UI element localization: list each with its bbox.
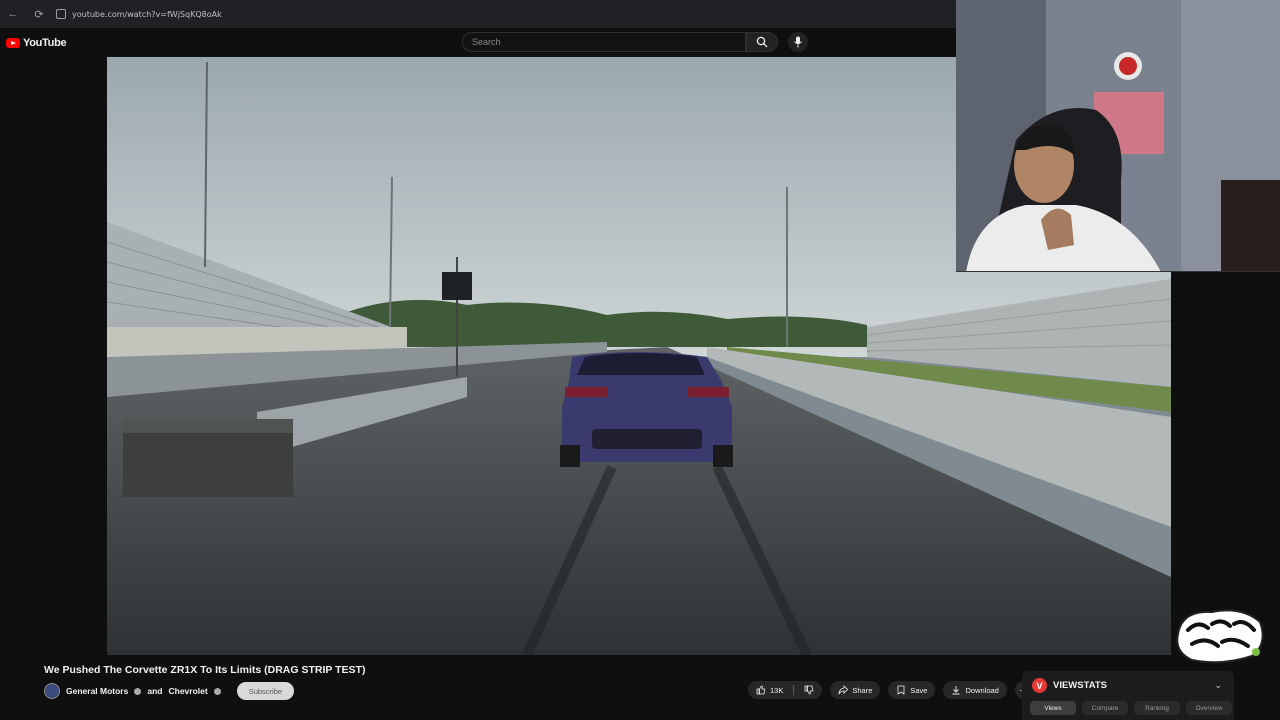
tab-overview[interactable]: Overview xyxy=(1186,701,1232,715)
url-text: youtube.com/watch?v=fWjSqKQ8oAk xyxy=(72,9,222,19)
like-button[interactable]: 13K xyxy=(748,681,823,699)
tab-ranking[interactable]: Ranking xyxy=(1134,701,1180,715)
browser-toolbar: ← ⟳ youtube.com/watch?v=fWjSqKQ8oAk xyxy=(0,0,960,28)
search-button[interactable] xyxy=(746,32,778,52)
address-bar[interactable]: youtube.com/watch?v=fWjSqKQ8oAk xyxy=(56,4,956,24)
collab-separator: and xyxy=(147,686,163,696)
verified-icon xyxy=(134,687,142,695)
viewstats-logo: V xyxy=(1032,678,1047,693)
collab-channel-name[interactable]: Chevrolet xyxy=(168,686,207,696)
tab-compare[interactable]: Compare xyxy=(1082,701,1128,715)
channel-row: General Motors and Chevrolet Subscribe xyxy=(44,681,295,701)
logo-text: YouTube xyxy=(23,37,67,49)
mic-icon xyxy=(794,36,802,48)
video-title: We Pushed The Corvette ZR1X To Its Limit… xyxy=(44,664,366,676)
voice-search-button[interactable] xyxy=(788,32,808,52)
save-button[interactable]: Save xyxy=(888,681,936,699)
yt-header: YouTube Search xyxy=(0,28,960,56)
save-label: Save xyxy=(910,685,928,695)
youtube-logo[interactable]: YouTube xyxy=(6,37,67,49)
sup-in-smokee-logo xyxy=(1172,604,1268,666)
search-input[interactable]: Search xyxy=(462,32,746,52)
back-icon[interactable]: ← xyxy=(4,5,22,23)
channel-name[interactable]: General Motors xyxy=(66,686,128,696)
download-icon xyxy=(952,686,960,695)
video-actions: 13K Share Save Download ⋯ xyxy=(748,681,1033,699)
viewstats-tabs: Views Compare Ranking Overview xyxy=(1030,701,1232,715)
like-icon xyxy=(756,685,766,695)
webcam-overlay xyxy=(956,0,1280,272)
share-label: Share xyxy=(852,685,873,695)
like-count: 13K xyxy=(770,685,784,695)
dislike-icon[interactable] xyxy=(804,685,814,695)
reload-icon[interactable]: ⟳ xyxy=(30,5,48,23)
viewstats-title: VIEWSTATS xyxy=(1053,680,1108,691)
download-button[interactable]: Download xyxy=(943,681,1007,699)
corvette-car xyxy=(560,352,733,467)
share-icon xyxy=(838,685,849,695)
tab-views[interactable]: Views xyxy=(1030,701,1076,715)
share-button[interactable]: Share xyxy=(830,681,881,699)
youtube-play-icon xyxy=(6,38,20,48)
subscribe-button[interactable]: Subscribe xyxy=(236,682,295,700)
download-label: Download xyxy=(965,685,999,695)
verified-icon xyxy=(213,687,221,695)
search-icon xyxy=(756,36,768,48)
site-info-icon[interactable] xyxy=(56,9,66,19)
save-icon xyxy=(897,685,905,695)
channel-avatar[interactable] xyxy=(44,683,60,699)
chevron-down-icon[interactable]: ⌄ xyxy=(1214,680,1222,691)
streamer-webcam xyxy=(956,0,1280,271)
viewstats-panel: V VIEWSTATS ⌄ Views Compare Ranking Over… xyxy=(1022,671,1234,720)
